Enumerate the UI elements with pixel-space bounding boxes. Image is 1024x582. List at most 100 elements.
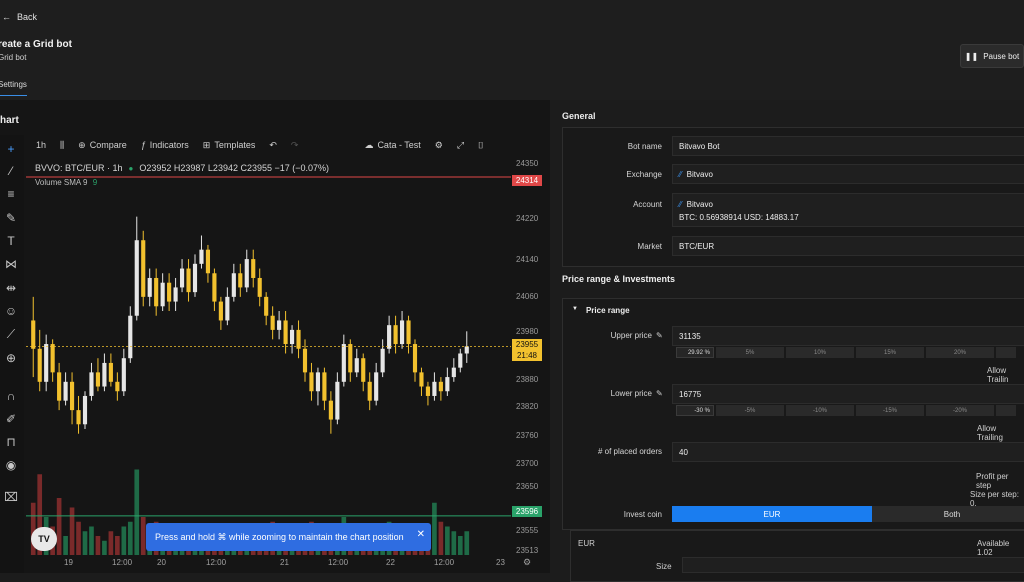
candles-icon[interactable]: ⫼ (60, 140, 64, 151)
axis-settings-icon[interactable]: ⚙ (523, 557, 531, 568)
brush-icon[interactable]: ✎ (3, 210, 19, 226)
gear-icon[interactable]: ⚙ (435, 140, 443, 151)
lock-icon[interactable]: ⊓ (3, 434, 19, 450)
pattern-icon[interactable]: ⋈ (3, 256, 19, 272)
interval-selector[interactable]: 1h (36, 140, 46, 150)
volume-bar (432, 502, 437, 555)
eur-box (570, 530, 1024, 582)
price-axis[interactable]: 24350 24220 24140 24060 23980 23880 23820 23760… (512, 155, 548, 555)
candle-body (361, 358, 366, 382)
time-axis[interactable]: 19 12:00 20 12:00 21 12:00 22 12:00 23 ⚙ (26, 555, 546, 573)
orders-input[interactable]: 40 (672, 442, 1024, 462)
eye-icon[interactable]: ◉ (3, 457, 19, 473)
indicators-button[interactable]: ƒ Indicators (141, 140, 189, 150)
templates-label: Templates (214, 140, 256, 150)
back-link[interactable]: ← Back (2, 12, 37, 22)
candle-body (115, 381, 120, 392)
bot-name-input[interactable]: Bitvavo Bot (672, 136, 1024, 156)
candlestick-chart[interactable] (26, 160, 511, 555)
allow-trailing-down[interactable]: Allow Trailing (977, 424, 1024, 442)
trash-icon[interactable]: ⌧ (3, 489, 19, 505)
candle-body (270, 315, 275, 330)
fx-icon: ƒ (140, 140, 146, 150)
candle-body (95, 372, 101, 387)
measure-icon[interactable]: ⇹ (3, 280, 19, 296)
price-tick-label: 23513 (516, 546, 539, 555)
upper-step-button[interactable]: 15% (856, 347, 924, 358)
zoom-icon[interactable]: ⊕ (3, 350, 19, 366)
upper-step-button-more[interactable] (996, 347, 1016, 358)
undo-icon[interactable]: ↶ (269, 140, 277, 151)
text-icon[interactable]: T (3, 233, 19, 249)
lower-price-input[interactable]: 16775 (672, 384, 1024, 404)
account-select[interactable]: ⁄⁄ Bitvavo BTC: 0.56938914 USD: 14883.17 (672, 193, 1024, 227)
candle-body (315, 372, 321, 392)
candle-body (432, 381, 437, 396)
upper-price-input[interactable]: 31135 (672, 326, 1024, 346)
volume-bar (127, 521, 133, 555)
general-title: General (562, 111, 596, 121)
invest-option-both[interactable]: Both (872, 506, 1024, 522)
upper-step-button[interactable]: 20% (926, 347, 994, 358)
eyedropper-icon[interactable]: ✎ (656, 331, 663, 340)
chart-heading: hart (0, 115, 19, 126)
tab-settings[interactable]: Settings (0, 80, 27, 96)
volume-bar (89, 526, 94, 555)
invest-coin-label: Invest coin (623, 510, 662, 519)
ruler-icon[interactable]: ⟋ (3, 326, 19, 342)
size-input[interactable] (682, 557, 1024, 573)
candle-body (154, 277, 159, 307)
invest-option-eur[interactable]: EUR (672, 506, 872, 522)
price-range-toggle[interactable]: ▼ Price range (572, 306, 630, 315)
candle-body (296, 329, 301, 349)
close-icon[interactable]: ✕ (417, 529, 425, 540)
volume-bar (445, 526, 450, 555)
volume-bar (95, 536, 101, 555)
lower-pct-row: -30 % -5% -10% -15% -20% (676, 405, 1016, 416)
candle-body (218, 301, 223, 321)
bot-name-label: Bot name (627, 142, 662, 151)
fullscreen-icon[interactable]: ⤢ (457, 140, 464, 151)
lower-pct-input[interactable]: -30 % (676, 405, 714, 416)
candle-body (147, 277, 152, 297)
candle-body (63, 381, 68, 401)
upper-step-button[interactable]: 5% (716, 347, 784, 358)
emoji-icon[interactable]: ☺ (3, 303, 19, 319)
status-dot-icon: ● (128, 163, 134, 173)
volume-bar (451, 531, 457, 555)
upper-pct-input[interactable]: 29.92 % (676, 347, 714, 358)
compare-label: Compare (89, 140, 127, 150)
lower-step-button[interactable]: -5% (716, 405, 784, 416)
exchange-select[interactable]: ⁄⁄ Bitvavo (672, 164, 1024, 184)
templates-button[interactable]: ⊞ Templates (203, 140, 256, 151)
volume-bar (457, 536, 463, 555)
crosshair-icon[interactable]: + (3, 141, 19, 157)
interval-label: 1h (36, 140, 47, 150)
market-select[interactable]: BTC/EUR (672, 236, 1024, 256)
compare-button[interactable]: ⊕ Compare (78, 140, 127, 151)
chart-toolbar: 1h ⫼ ⊕ Compare ƒ Indicators ⊞ Templates ↶ ↷… (26, 135, 548, 155)
lower-step-button[interactable]: -15% (856, 405, 924, 416)
top-bar (0, 0, 1024, 100)
layout-selector[interactable]: ☁ Cata - Test (364, 140, 420, 151)
lower-step-button-more[interactable] (996, 405, 1016, 416)
lower-step-button[interactable]: -20% (926, 405, 994, 416)
lower-step-button[interactable]: -10% (786, 405, 854, 416)
redo-icon[interactable]: ↷ (291, 140, 299, 151)
trendline-icon[interactable]: ⁄ (3, 163, 19, 179)
candle-body (289, 329, 295, 345)
upper-step-button[interactable]: 10% (786, 347, 854, 358)
pause-bot-button[interactable]: ❚❚ Pause bot (960, 44, 1024, 68)
magnet-icon[interactable]: ∩ (3, 388, 19, 404)
camera-icon[interactable]: ⌷ (478, 140, 483, 151)
price-tick-label: 23880 (516, 375, 539, 384)
candle-body (367, 381, 372, 401)
eyedropper-icon[interactable]: ✎ (656, 389, 663, 398)
price-tick-label: 23980 (516, 327, 539, 336)
candle-body (374, 372, 379, 401)
allow-trailing-up[interactable]: Allow Trailin (987, 366, 1024, 384)
fib-icon[interactable]: ≡ (3, 186, 19, 202)
candle-body (69, 381, 75, 411)
candle-body (44, 344, 49, 382)
lock-draw-icon[interactable]: ✐ (3, 411, 19, 427)
